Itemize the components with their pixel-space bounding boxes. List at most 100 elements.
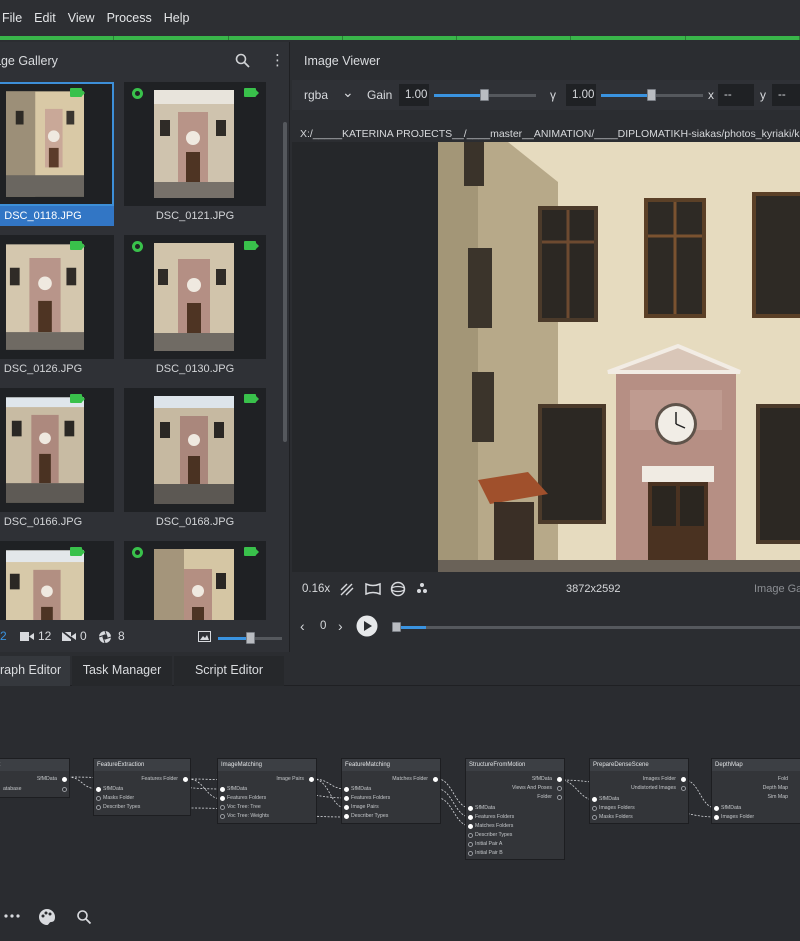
photo-thumbnail [154,396,234,504]
thumb-label: DSC_0118.JPG [0,206,114,226]
gallery-thumb[interactable]: DSC_0126.JPG [0,235,114,381]
gallery-title: age Gallery [0,54,58,68]
node-input: SfMData [103,786,124,792]
channel-select[interactable]: rgba [304,88,328,102]
node-title: DepthMap [712,759,800,771]
gain-label: Gain [367,88,393,102]
graph-node[interactable]: FeatureExtraction Features Folder SfMDat… [93,758,191,816]
node-title: ImageMatching [218,759,316,771]
gallery-thumb[interactable]: DSC_0166.JPG [0,388,114,534]
play-icon[interactable] [356,615,378,637]
node-output: Matches Folder [392,776,428,782]
node-input: Masks Folders [599,814,633,820]
menu-help[interactable]: Help [158,11,196,25]
gallery-scrollbar[interactable] [283,122,287,442]
camera-icon[interactable] [20,631,34,642]
gallery-thumb[interactable] [0,541,114,620]
node-output: Depth Map [762,785,788,791]
y-field[interactable]: -- [772,84,800,106]
frame-number[interactable]: 0 [320,620,326,632]
more-horizontal-icon[interactable] [4,913,20,919]
node-output: Views And Poses [512,785,552,791]
tab-script-editor[interactable]: Script Editor [174,656,284,686]
x-field[interactable]: -- [718,84,754,106]
node-input: SfMData [351,786,372,792]
gain-slider[interactable] [434,89,536,101]
menu-process[interactable]: Process [101,11,158,25]
main-photo [438,142,800,572]
node-output: Image Pairs [276,776,304,782]
graph-node[interactable]: StructureFromMotion SfMData Views And Po… [465,758,565,860]
aperture-icon[interactable] [98,630,112,644]
aperture-icon [132,88,143,99]
image-gallery-label: Image Ga [754,583,800,595]
features-icon[interactable] [416,582,428,594]
node-input: SfMData [475,805,496,811]
node-input: Voc Tree: Weights [227,813,269,819]
node-title: FeatureMatching [342,759,440,771]
chevron-down-icon[interactable]: ⌄ [342,84,354,101]
camera-icon [70,241,85,250]
node-output: SfMData [36,776,57,782]
gamma-field[interactable]: 1.00 [566,84,596,106]
photo-thumbnail [154,243,234,351]
image-gallery-panel: age Gallery ⋮ DSC_0118.JPG DSC_0121.JPG … [0,42,290,652]
tab-graph-editor[interactable]: raph Editor [0,656,70,686]
menu-edit[interactable]: Edit [28,11,62,25]
camera-count: 12 [38,629,52,643]
gallery-thumb[interactable] [124,541,266,620]
graph-node[interactable]: nit SfMData atabase [0,758,70,798]
gallery-thumb[interactable]: DSC_0118.JPG [0,82,114,228]
camera-icon [244,241,259,250]
panorama-icon[interactable] [390,581,406,597]
camera-icon [244,88,259,97]
search-icon[interactable] [76,909,92,925]
node-input: Describer Types [103,804,141,810]
more-vertical-icon[interactable]: ⋮ [270,52,285,70]
node-output: atabase [3,786,22,792]
image-resolution: 3872x2592 [566,583,621,595]
node-input: Initial Pair B [475,850,503,856]
menu-view[interactable]: View [62,11,101,25]
photo-thumbnail [154,90,234,198]
node-input: SfMData [721,805,742,811]
chevron-right-icon[interactable]: › [338,618,343,634]
graph-node[interactable]: ImageMatching Image Pairs SfMData Featur… [217,758,317,824]
node-output: Fold [777,776,788,782]
gallery-thumb[interactable]: DSC_0121.JPG [124,82,266,228]
pattern-icon[interactable] [340,583,354,596]
gallery-footer: 2 12 0 8 [0,622,290,652]
gallery-grid: DSC_0118.JPG DSC_0121.JPG DSC_0126.JPG D… [0,80,280,620]
tab-task-manager[interactable]: Task Manager [72,656,172,686]
node-output: Folder [537,794,552,800]
search-icon[interactable] [234,52,252,70]
node-title: FeatureExtraction [94,759,190,771]
gallery-thumb[interactable]: DSC_0168.JPG [124,388,266,534]
viewer-canvas[interactable] [292,142,800,572]
gain-field[interactable]: 1.00 [399,84,429,106]
graph-node[interactable]: FeatureMatching Matches Folder SfMData F… [341,758,441,824]
node-input: Features Folders [227,795,267,801]
graph-editor-canvas[interactable]: nit SfMData atabase FeatureExtraction Fe… [0,686,800,941]
photo-thumbnail [6,91,84,197]
distortion-icon[interactable] [364,582,382,596]
node-input: Masks Folder [103,795,135,801]
frame-slider[interactable] [392,622,800,632]
thumbnail-size-slider[interactable] [218,632,282,644]
thumb-label: DSC_0166.JPG [3,516,83,528]
photo-thumbnail [6,244,84,350]
camera-off-icon[interactable] [62,631,76,642]
gallery-thumb[interactable]: DSC_0130.JPG [124,235,266,381]
menu-file[interactable]: File [0,11,28,25]
node-input: SfMData [599,796,620,802]
palette-icon[interactable] [38,908,56,926]
graph-node[interactable]: PrepareDenseScene Images Folder Undistor… [589,758,689,824]
photo-thumbnail [6,550,84,620]
thumb-label: DSC_0130.JPG [155,363,235,375]
viewer-toolbar: rgba ⌄ Gain 1.00 γ 1.00 x -- y -- [292,80,800,110]
image-size-icon [198,631,211,642]
gamma-slider[interactable] [601,89,703,101]
chevron-left-icon[interactable]: ‹ [300,618,305,634]
graph-node[interactable]: DepthMap Fold Depth Map Sim Map SfMData … [711,758,800,824]
image-count[interactable]: 2 [0,629,7,643]
